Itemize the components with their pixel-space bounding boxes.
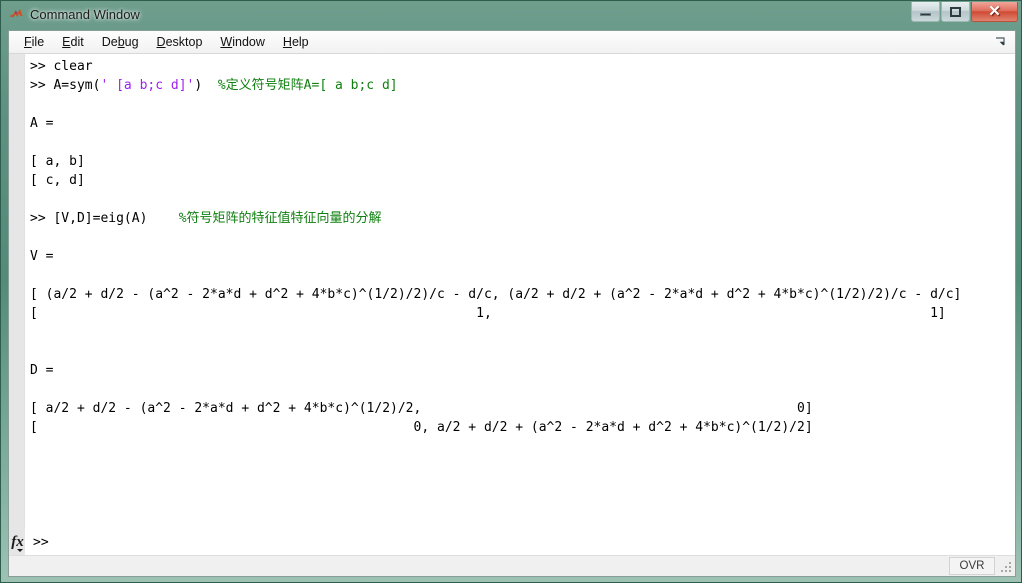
command-window-area: >> clear >> A=sym(' [a b;c d]') %定义符号矩阵A=… (9, 54, 1015, 555)
console-line: [ c, d] (30, 171, 1015, 190)
maximize-icon (950, 6, 961, 17)
console-line: [ a/2 + d/2 - (a^2 - 2*a*d + d^2 + 4*b*c… (30, 399, 1015, 418)
console-token-plain: >> clear (30, 59, 93, 74)
console-token-plain: [ 0, a/2 + d/2 + (a^2 - 2*a*d + d^2 + 4*… (30, 420, 813, 435)
menu-item-file[interactable]: File (15, 33, 53, 52)
console-token-plain: [ c, d] (30, 173, 85, 188)
menu-item-desktop[interactable]: Desktop (148, 33, 212, 52)
matlab-command-window: Command Window ✕ File Edit Debug Desktop… (0, 0, 1022, 583)
function-browser-icon[interactable]: fx (9, 529, 25, 555)
console-line: [ a, b] (30, 152, 1015, 171)
resize-grip-icon[interactable] (999, 560, 1013, 574)
matlab-icon (8, 7, 24, 23)
console-token-plain: [ a, b] (30, 154, 85, 169)
menu-item-edit[interactable]: Edit (53, 33, 93, 52)
console-token-string: ' [a b;c d]' (100, 78, 195, 93)
command-input[interactable]: >> (25, 535, 49, 550)
close-icon: ✕ (988, 3, 1001, 20)
console-token-plain: A = (30, 116, 54, 131)
console-line: >> clear (30, 57, 1015, 76)
console-line: >> A=sym(' [a b;c d]') %定义符号矩阵A=[ a b;c … (30, 76, 1015, 95)
console-token-plain: >> [V,D]=eig(A) (30, 211, 179, 226)
console-line: [ (a/2 + d/2 - (a^2 - 2*a*d + d^2 + 4*b*… (30, 285, 1015, 304)
window-title: Command Window (30, 7, 140, 22)
chevron-down-icon (17, 549, 23, 552)
minimize-icon (920, 13, 931, 16)
maximize-button[interactable] (941, 2, 970, 22)
console-token-plain: [ a/2 + d/2 - (a^2 - 2*a*d + d^2 + 4*b*c… (30, 401, 813, 416)
console-line: >> [V,D]=eig(A) %符号矩阵的特征值特征向量的分解 (30, 209, 1015, 228)
console-token-plain: D = (30, 363, 54, 378)
command-output-scroll[interactable]: >> clear >> A=sym(' [a b;c d]') %定义符号矩阵A=… (25, 54, 1015, 555)
console-line: A = (30, 114, 1015, 133)
menu-item-debug[interactable]: Debug (93, 33, 148, 52)
console-token-plain: V = (30, 249, 54, 264)
minimize-button[interactable] (911, 2, 940, 22)
dock-arrow-icon[interactable] (992, 34, 1009, 50)
console-line: D = (30, 361, 1015, 380)
menu-item-window[interactable]: Window (211, 33, 273, 52)
command-prompt-row: fx >> (9, 529, 1015, 555)
status-bar: OVR (9, 555, 1015, 576)
console-token-plain: [ 1, 1] (30, 306, 946, 321)
window-controls: ✕ (910, 2, 1018, 24)
command-output-text: >> clear >> A=sym(' [a b;c d]') %定义符号矩阵A=… (25, 54, 1015, 437)
menu-item-help[interactable]: Help (274, 33, 318, 52)
title-bar[interactable]: Command Window ✕ (1, 1, 1022, 28)
console-token-comment: %定义符号矩阵A=[ a b;c d] (217, 78, 398, 93)
console-token-comment: %符号矩阵的特征值特征向量的分解 (178, 211, 382, 226)
editor-gutter (9, 54, 25, 555)
status-badge-overwrite[interactable]: OVR (949, 557, 995, 575)
console-token-plain: >> A=sym( (30, 78, 101, 93)
console-line: [ 1, 1] (30, 304, 1015, 323)
window-frame: Command Window ✕ File Edit Debug Desktop… (0, 0, 1022, 583)
client-area: File Edit Debug Desktop Window Help >> c… (8, 30, 1016, 577)
fx-label: fx (11, 533, 24, 550)
console-token-plain: ) (194, 78, 218, 93)
console-token-plain: [ (a/2 + d/2 - (a^2 - 2*a*d + d^2 + 4*b*… (30, 287, 962, 302)
menu-bar: File Edit Debug Desktop Window Help (9, 31, 1015, 54)
close-button[interactable]: ✕ (971, 2, 1018, 22)
console-line: [ 0, a/2 + d/2 + (a^2 - 2*a*d + d^2 + 4*… (30, 418, 1015, 437)
console-line: V = (30, 247, 1015, 266)
